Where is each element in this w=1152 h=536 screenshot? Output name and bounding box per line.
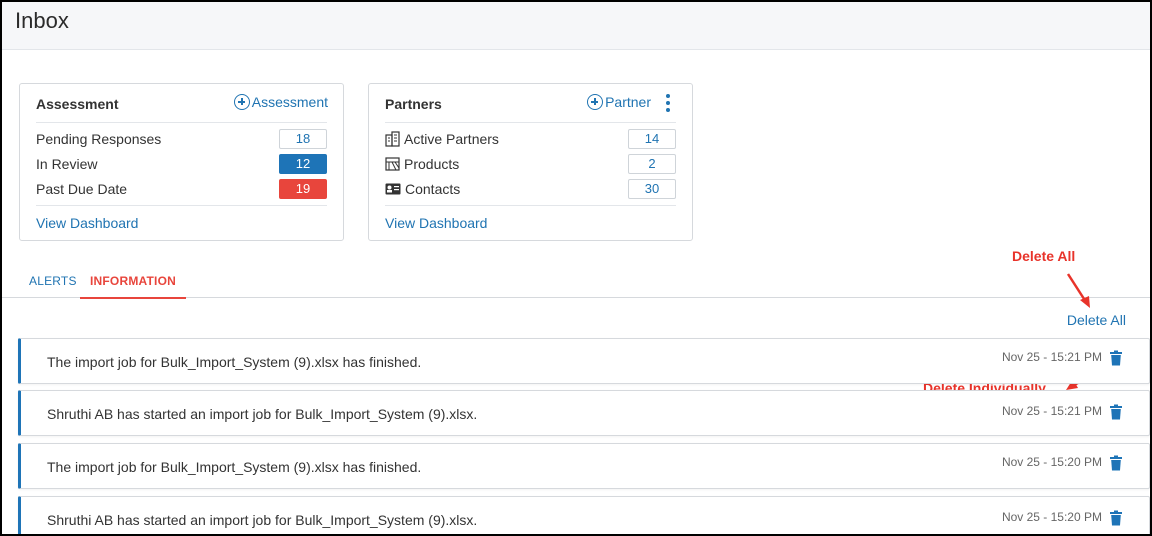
divider — [385, 205, 676, 206]
in-review-count[interactable]: 12 — [279, 154, 327, 174]
top-bar: Inbox — [2, 2, 1150, 50]
plus-circle-icon — [587, 94, 604, 110]
stat-row-pending: Pending Responses 18 — [36, 129, 327, 149]
add-partner-button[interactable]: Partner — [587, 94, 651, 110]
assessment-card: Assessment Assessment Pending Responses … — [19, 83, 344, 241]
tab-alerts[interactable]: ALERTS — [29, 274, 77, 288]
past-due-count[interactable]: 19 — [279, 179, 327, 199]
page-title: Inbox — [15, 8, 69, 33]
stat-label: Pending Responses — [36, 131, 162, 147]
more-options-icon[interactable] — [666, 94, 670, 114]
add-assessment-label: Assessment — [251, 94, 328, 110]
building-icon — [385, 131, 400, 147]
contact-card-icon — [385, 183, 401, 195]
annotation-delete-all: Delete All — [1012, 248, 1076, 264]
list-item: The import job for Bulk_Import_System (9… — [18, 338, 1150, 384]
app-frame: Inbox Assessment Assessment Pending Resp… — [2, 2, 1150, 534]
stat-row-contacts: Contacts 30 — [385, 179, 676, 199]
assessment-view-dashboard-link[interactable]: View Dashboard — [36, 215, 138, 231]
assessment-card-title: Assessment — [36, 96, 119, 112]
message-text: The import job for Bulk_Import_System (9… — [47, 459, 422, 475]
add-partner-label: Partner — [605, 94, 651, 110]
message-text: Shruthi AB has started an import job for… — [47, 512, 478, 528]
delete-all-button[interactable]: Delete All — [1067, 312, 1126, 328]
products-count[interactable]: 2 — [628, 154, 676, 174]
divider — [36, 205, 327, 206]
list-item: Shruthi AB has started an import job for… — [18, 390, 1150, 436]
stat-row-past-due: Past Due Date 19 — [36, 179, 327, 199]
trash-icon[interactable] — [1109, 404, 1123, 420]
message-timestamp: Nov 25 - 15:21 PM — [1001, 404, 1102, 418]
stat-row-in-review: In Review 12 — [36, 154, 327, 174]
trash-icon[interactable] — [1109, 350, 1123, 366]
pending-responses-count[interactable]: 18 — [279, 129, 327, 149]
message-timestamp: Nov 25 - 15:21 PM — [1001, 350, 1102, 364]
message-timestamp: Nov 25 - 15:20 PM — [1001, 510, 1102, 524]
trash-icon[interactable] — [1109, 455, 1123, 471]
trash-icon[interactable] — [1109, 510, 1123, 526]
tab-information[interactable]: INFORMATION — [80, 274, 186, 299]
list-item: Shruthi AB has started an import job for… — [18, 496, 1150, 534]
stat-label: Products — [404, 156, 460, 172]
add-assessment-button[interactable]: Assessment — [233, 94, 328, 110]
annotation-arrow — [1066, 273, 1090, 308]
divider — [36, 122, 327, 123]
stat-row-active-partners: Active Partners 14 — [385, 129, 676, 149]
tab-bar: ALERTS INFORMATION — [2, 264, 1150, 299]
divider — [385, 122, 676, 123]
message-timestamp: Nov 25 - 15:20 PM — [1001, 455, 1102, 469]
stat-label: In Review — [36, 156, 98, 172]
products-icon — [385, 157, 400, 171]
active-partners-count[interactable]: 14 — [628, 129, 676, 149]
list-item: The import job for Bulk_Import_System (9… — [18, 443, 1150, 489]
partners-view-dashboard-link[interactable]: View Dashboard — [385, 215, 487, 231]
plus-circle-icon — [233, 94, 250, 110]
message-text: Shruthi AB has started an import job for… — [47, 406, 478, 422]
partners-card-title: Partners — [385, 96, 442, 112]
message-text: The import job for Bulk_Import_System (9… — [47, 354, 422, 370]
stat-label: Past Due Date — [36, 181, 128, 197]
partners-card: Partners Partner Active Partners 14 Prod… — [368, 83, 693, 241]
stat-label: Active Partners — [404, 131, 499, 147]
contacts-count[interactable]: 30 — [628, 179, 676, 199]
stat-label: Contacts — [405, 181, 461, 197]
stat-row-products: Products 2 — [385, 154, 676, 174]
